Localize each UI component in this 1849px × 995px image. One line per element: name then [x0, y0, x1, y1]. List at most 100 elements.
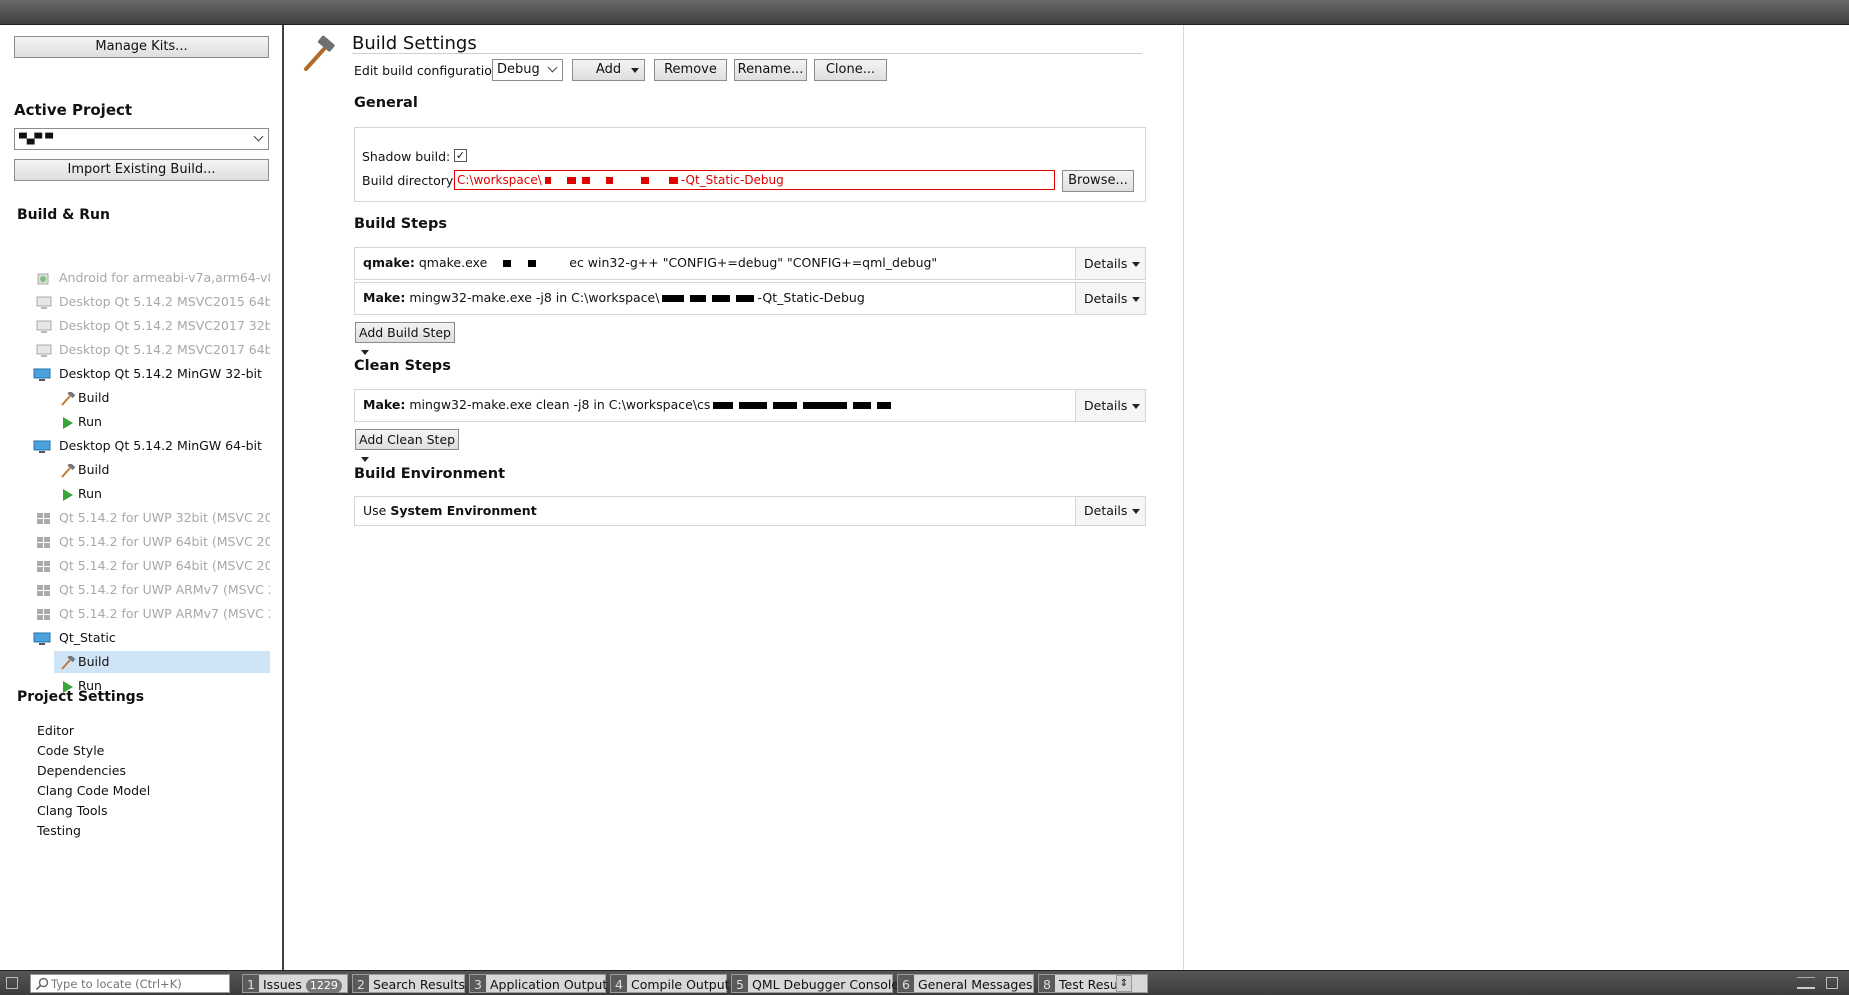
kit-tree-item[interactable]: Qt 5.14.2 for UWP 64bit (MSVC 20...	[30, 531, 270, 553]
kit-tree-item[interactable]: Qt_Static	[30, 627, 270, 649]
kit-tree-item-label: Build	[78, 654, 110, 669]
make-step-summary: Make: mingw32-make.exe -j8 in C:\workspa…	[363, 290, 865, 305]
more-panes-icon[interactable]: ⇕	[1116, 975, 1132, 992]
project-setting-item[interactable]: Clang Tools	[37, 803, 107, 818]
pane-number: 8	[1039, 975, 1055, 992]
add-config-label: Add	[595, 62, 622, 77]
output-pane-tab[interactable]: 3 Application Output	[469, 974, 607, 993]
make-value-b: -Qt_Static-Debug	[757, 290, 865, 305]
pane-number: 6	[898, 975, 914, 992]
kit-tree-item[interactable]: Android for armeabi-v7a,arm64-v8a,...	[30, 267, 270, 289]
make-value-a: mingw32-make.exe -j8 in C:\workspace\	[409, 290, 660, 305]
kit-tree-item[interactable]: Build	[54, 651, 270, 673]
kit-tree-item-label: Qt_Static	[59, 630, 116, 645]
build-dir-suffix: -Qt_Static-Debug	[680, 173, 784, 187]
project-setting-item[interactable]: Code Style	[37, 743, 104, 758]
kit-tree-item[interactable]: Qt 5.14.2 for UWP 32bit (MSVC 20...	[30, 507, 270, 529]
hammer-icon	[60, 390, 76, 406]
kit-tree-item[interactable]: Desktop Qt 5.14.2 MSVC2017 32bit	[30, 315, 270, 337]
windows-kit-icon	[36, 535, 52, 549]
kit-tree-item-label: Qt 5.14.2 for UWP 64bit (MSVC 20...	[59, 558, 270, 573]
pane-number: 5	[732, 975, 748, 992]
manage-kits-button[interactable]: Manage Kits...	[14, 36, 269, 58]
clean-step-summary: Make: mingw32-make.exe clean -j8 in C:\w…	[363, 397, 894, 412]
progress-toggle-icon[interactable]	[1797, 977, 1815, 989]
monitor-icon	[33, 367, 51, 381]
kit-tree-item[interactable]: Desktop Qt 5.14.2 MSVC2015 64bit	[30, 291, 270, 313]
build-config-value: Debug	[497, 62, 540, 77]
status-bar: 1 Issues1229 2 Search Results 3 Application O…	[0, 970, 1849, 995]
kit-tree-item[interactable]: Desktop Qt 5.14.2 MSVC2017 64bit	[30, 339, 270, 361]
project-setting-item[interactable]: Testing	[37, 823, 81, 838]
clone-config-button[interactable]: Clone...	[814, 59, 887, 81]
windows-kit-icon	[36, 559, 52, 573]
active-project-combo[interactable]: ▀▄▀ ▀	[14, 128, 269, 150]
pane-label: Search Results	[373, 977, 466, 992]
output-pane-tab[interactable]: 1 Issues 1229	[242, 974, 348, 993]
locate-input[interactable]	[51, 976, 226, 991]
kit-tree-item[interactable]: Build	[54, 459, 270, 481]
kit-tree-item[interactable]: Qt 5.14.2 for UWP ARMv7 (MSVC 2...	[30, 579, 270, 601]
toggle-output-icon[interactable]	[1826, 977, 1838, 989]
qmake-step: qmake: qmake.exe ec win32-g++ "CONFIG+=de…	[354, 247, 1146, 280]
clean-details-button[interactable]: Details	[1075, 390, 1145, 421]
project-setting-item[interactable]: Clang Code Model	[37, 783, 150, 798]
pane-number: 2	[353, 975, 369, 992]
kit-tree-item-label: Desktop Qt 5.14.2 MinGW 64-bit	[59, 438, 262, 453]
build-env-summary: Use System Environment	[363, 503, 537, 518]
build-directory-label: Build directory:	[362, 173, 457, 188]
kit-tree-item-label: Build	[78, 390, 110, 405]
build-config-combo[interactable]: Debug	[492, 59, 563, 81]
make-key: Make:	[363, 290, 406, 305]
pane-label: Issues	[263, 977, 302, 992]
kit-tree-item[interactable]: Desktop Qt 5.14.2 MinGW 64-bit	[30, 435, 270, 457]
desktop-kit-icon	[36, 343, 52, 357]
kit-tree-item[interactable]: Qt 5.14.2 for UWP 64bit (MSVC 20...	[30, 555, 270, 577]
page-title: Build Settings	[352, 33, 477, 54]
kit-tree-item[interactable]: Run	[54, 483, 270, 505]
kit-tree-item[interactable]: Qt 5.14.2 for UWP ARMv7 (MSVC 2...	[30, 603, 270, 625]
active-project-title: Active Project	[14, 101, 133, 119]
project-setting-item[interactable]: Dependencies	[37, 763, 126, 778]
windows-kit-icon	[36, 511, 52, 525]
caret-down-icon	[631, 68, 639, 73]
project-settings-title: Project Settings	[17, 689, 145, 705]
env-use-label: Use	[363, 503, 387, 518]
kit-tree-item-label: Desktop Qt 5.14.2 MinGW 32-bit	[59, 366, 262, 381]
env-value: System Environment	[390, 503, 537, 518]
project-sidebar: Manage Kits... Active Project ▀▄▀ ▀ Impo…	[0, 25, 284, 970]
add-build-step-button[interactable]: Add Build Step	[355, 322, 455, 355]
caret-down-icon	[1132, 297, 1141, 302]
kit-tree-item[interactable]: Build	[54, 387, 270, 409]
top-toolbar	[0, 0, 1849, 25]
build-directory-input[interactable]: C:\workspace\ -Qt_Static-Debug	[454, 170, 1055, 190]
browse-button[interactable]: Browse...	[1062, 170, 1134, 192]
output-pane-tab[interactable]: 6 General Messages	[897, 974, 1034, 993]
right-empty-area	[1183, 25, 1849, 970]
desktop-kit-icon	[36, 295, 52, 309]
import-existing-build-button[interactable]: Import Existing Build...	[14, 159, 269, 181]
add-config-button[interactable]: Add	[572, 59, 645, 81]
env-details-button[interactable]: Details	[1075, 497, 1145, 525]
toggle-sidebar-icon[interactable]	[6, 977, 18, 989]
shadow-build-checkbox[interactable]: ✓	[454, 149, 467, 162]
qmake-details-button[interactable]: Details	[1075, 248, 1145, 279]
output-pane-tab[interactable]: 5 QML Debugger Console	[731, 974, 899, 993]
kit-tree-item-label: Qt 5.14.2 for UWP ARMv7 (MSVC 2...	[59, 606, 270, 621]
output-pane-tab[interactable]: 4 Compile Output	[610, 974, 730, 993]
kit-tree-item[interactable]: Run	[54, 411, 270, 433]
rename-config-button[interactable]: Rename...	[734, 59, 807, 81]
active-project-value: ▀▄▀ ▀	[19, 134, 53, 145]
project-setting-item[interactable]: Editor	[37, 723, 74, 738]
make-step: Make: mingw32-make.exe -j8 in C:\workspa…	[354, 282, 1146, 315]
shadow-build-label: Shadow build:	[362, 149, 451, 164]
add-clean-step-label: Add Clean Step	[359, 432, 456, 447]
make-details-button[interactable]: Details	[1075, 283, 1145, 314]
remove-config-button[interactable]: Remove	[654, 59, 727, 81]
output-pane-tab[interactable]: 2 Search Results	[352, 974, 465, 993]
kit-tree-item[interactable]: Desktop Qt 5.14.2 MinGW 32-bit	[30, 363, 270, 385]
add-clean-step-button[interactable]: Add Clean Step	[355, 429, 459, 462]
kit-tree-item-label: Desktop Qt 5.14.2 MSVC2015 64bit	[59, 294, 270, 309]
locator-box[interactable]	[30, 974, 230, 993]
details-label: Details	[1084, 256, 1128, 271]
